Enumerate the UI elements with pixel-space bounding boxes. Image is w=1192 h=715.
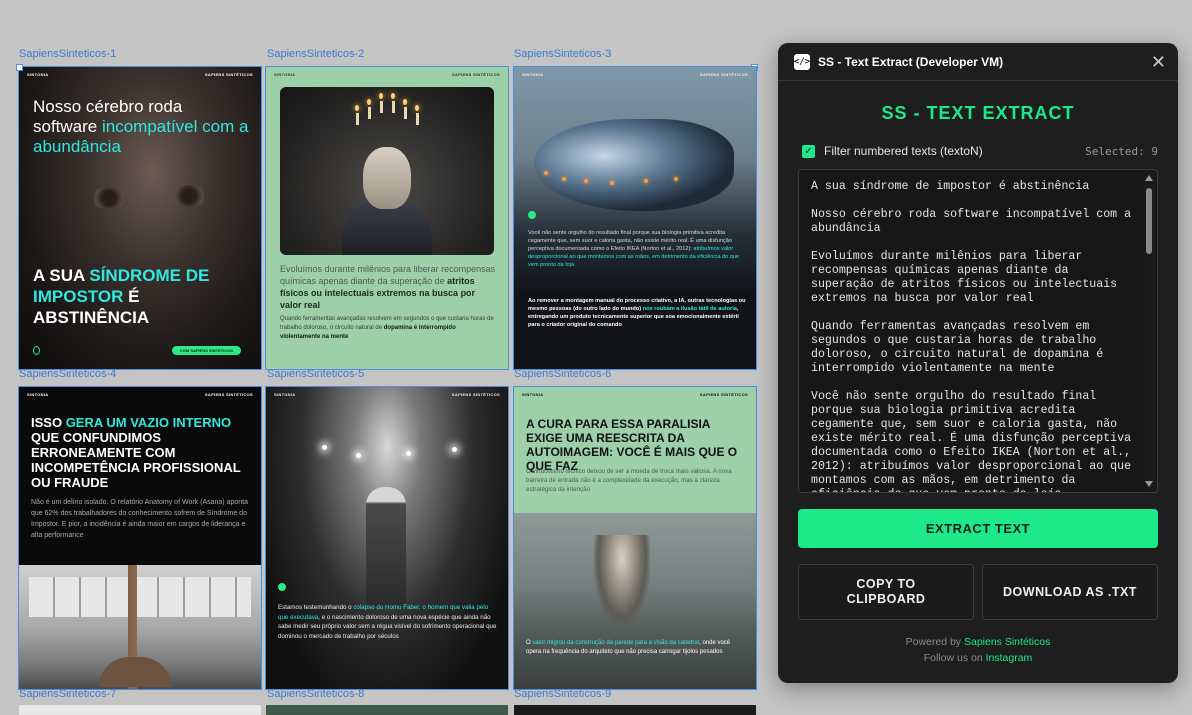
copy-to-clipboard-button[interactable]: COPY TO CLIPBOARD [798, 564, 974, 620]
frame6-text: O valor migrou da construção da parede p… [526, 640, 731, 655]
brand-right: SAPIENS SINTÉTICOS [204, 72, 253, 77]
frame-header: SINTONIA SAPIENS SINTÉTICOS [27, 392, 253, 397]
frame-9[interactable] [514, 705, 756, 715]
frame-label-7[interactable]: SapiensSinteticos-7 [19, 688, 116, 700]
extracted-text-area[interactable]: A sua síndrome de impostor é abstinência… [798, 169, 1158, 493]
download-txt-button[interactable]: DOWNLOAD AS .TXT [982, 564, 1158, 620]
textarea-scrollbar[interactable] [1143, 172, 1155, 490]
extracted-text-content: A sua síndrome de impostor é abstinência… [811, 180, 1135, 492]
extract-text-button[interactable]: EXTRACT TEXT [798, 509, 1158, 548]
frame-header: SINTONIA SAPIENS SINTÉTICOS [522, 72, 748, 77]
frame1-title: A sua síndrome de impostor é abstinência [33, 266, 210, 327]
brand-right: SAPIENS SINTÉTICOS [699, 72, 748, 77]
brand-left: SINTONIA [27, 392, 49, 397]
frame5-text: Estamos testemunhando o colapso do Homo … [278, 604, 497, 640]
filter-checkbox[interactable]: ✓ [802, 144, 815, 158]
filter-label[interactable]: Filter numbered texts (textoN) [824, 144, 1085, 158]
extracted-line: A sua síndrome de impostor é abstinência [811, 180, 1090, 193]
plugin-heading: SS - TEXT EXTRACT [881, 103, 1075, 123]
frame-6[interactable]: SINTONIA SAPIENS SINTÉTICOS A cura para … [513, 386, 757, 690]
arrow-icon [278, 583, 286, 591]
location-pin-icon [33, 346, 40, 355]
selection-handle-top-left[interactable] [16, 64, 23, 71]
frame-4[interactable]: SINTONIA SAPIENS SINTÉTICOS Isso gera um… [18, 386, 262, 690]
frame3-text-1: Você não sente orgulho do resultado fina… [528, 230, 740, 268]
frame-label-6[interactable]: SapiensSinteticos-6 [514, 368, 611, 380]
code-icon: </> [794, 53, 810, 70]
frame6-title: A cura para essa paralisia exige uma ree… [526, 417, 738, 473]
frame-5[interactable]: SINTONIA SAPIENS SINTÉTICOS Estamos test… [265, 386, 509, 690]
brand-right: SAPIENS SINTÉTICOS [699, 392, 748, 397]
frame-header: SINTONIA SAPIENS SINTÉTICOS [274, 392, 500, 397]
frame1-headline: Nosso cérebro roda software incompatível… [33, 97, 249, 156]
selected-count: Selected: 9 [1085, 144, 1158, 158]
brand-left: SINTONIA [274, 72, 296, 77]
brand-left: SINTONIA [522, 392, 544, 397]
woman-figure-image [366, 487, 406, 607]
scroll-up-icon[interactable] [1145, 175, 1153, 181]
frame2-text-2: Quando ferramentas avançadas resolvem em… [280, 316, 494, 340]
frame-7[interactable] [19, 705, 261, 715]
frame6-paragraph: O virtuosismo técnico deixou de ser a mo… [526, 468, 732, 493]
mechanical-fish-image [534, 119, 734, 211]
brand-left: SINTONIA [27, 72, 49, 77]
frame-header: SINTONIA SAPIENS SINTÉTICOS [27, 72, 253, 77]
brand-left: SINTONIA [274, 392, 296, 397]
window-title: SS - Text Extract (Developer VM) [818, 54, 1004, 69]
brand-right: SAPIENS SINTÉTICOS [451, 72, 500, 77]
brand-link[interactable]: Sapiens Sintéticos [964, 636, 1050, 648]
extracted-line: Você não sente orgulho do resultado fina… [811, 390, 1132, 492]
plugin-panel: </> SS - Text Extract (Developer VM) ✕ S… [778, 43, 1178, 683]
frame-label-4[interactable]: SapiensSinteticos-4 [19, 368, 116, 380]
arrow-icon [528, 211, 536, 219]
plugin-footer: Powered by Sapiens Sintéticos Follow us … [905, 636, 1051, 664]
brand-left: SINTONIA [522, 72, 544, 77]
frame-label-9[interactable]: SapiensSinteticos-9 [514, 688, 611, 700]
frame-label-2[interactable]: SapiensSinteticos-2 [267, 48, 364, 60]
frame-label-5[interactable]: SapiensSinteticos-5 [267, 368, 364, 380]
frame-8[interactable] [266, 705, 508, 715]
frame-2[interactable]: SINTONIA SAPIENS SINTÉTICOS Evoluímos du… [265, 66, 509, 370]
frame4-title: Isso gera um vazio interno que confundim… [31, 415, 241, 490]
filter-row: ✓ Filter numbered texts (textoN) Selecte… [802, 144, 1158, 158]
extracted-line: Quando ferramentas avançadas resolvem em… [811, 320, 1104, 375]
face-eye-left [89, 187, 129, 209]
close-icon[interactable]: ✕ [1151, 53, 1166, 71]
frame-label-8[interactable]: SapiensSinteticos-8 [267, 688, 364, 700]
frame-label-3[interactable]: SapiensSinteticos-3 [514, 48, 611, 60]
brand-pill: COM SAPIENS SINTÉTICOS [171, 346, 241, 355]
frame-header: SINTONIA SAPIENS SINTÉTICOS [522, 392, 748, 397]
plugin-titlebar: </> SS - Text Extract (Developer VM) ✕ [778, 43, 1178, 81]
frame4-paragraph: Não é um delírio isolado. O relatório An… [31, 499, 248, 539]
extracted-line: Nosso cérebro roda software incompatível… [811, 208, 1132, 235]
face-eye-right [169, 185, 209, 207]
masked-figure-image [280, 87, 494, 255]
frame3-text-2: Ao remover a montagem manual do processo… [528, 298, 746, 328]
scroll-thumb[interactable] [1146, 188, 1152, 254]
frame-label-1[interactable]: SapiensSinteticos-1 [19, 48, 116, 60]
scroll-down-icon[interactable] [1145, 481, 1153, 487]
brand-right: SAPIENS SINTÉTICOS [451, 392, 500, 397]
instagram-link[interactable]: Instagram [986, 652, 1033, 664]
frame-1[interactable]: SINTONIA SAPIENS SINTÉTICOS Nosso cérebr… [18, 66, 262, 370]
brand-right: SAPIENS SINTÉTICOS [204, 392, 253, 397]
frame2-text-1: Evoluímos durante milênios para liberar … [280, 264, 496, 310]
frame-3[interactable]: SINTONIA SAPIENS SINTÉTICOS Você não sen… [513, 66, 757, 370]
frame-header: SINTONIA SAPIENS SINTÉTICOS [274, 72, 500, 77]
extracted-line: Evoluímos durante milênios para liberar … [811, 250, 1118, 305]
